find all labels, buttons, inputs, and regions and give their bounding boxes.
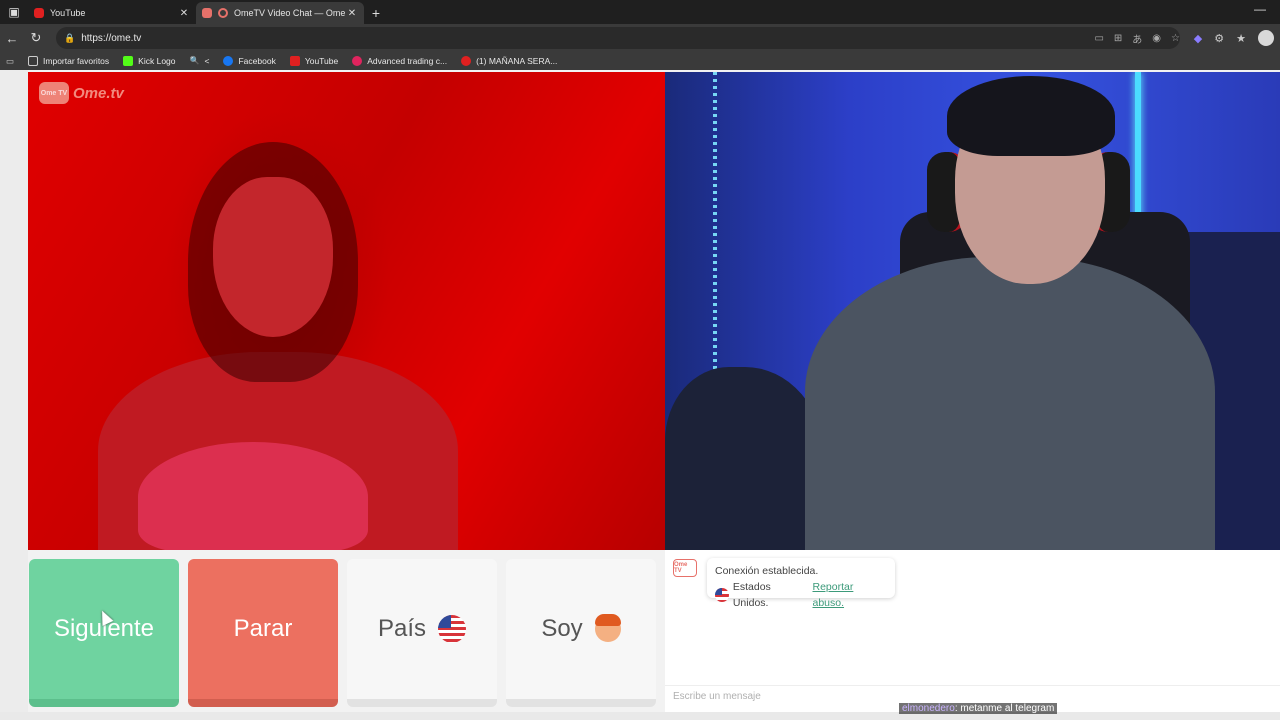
bookmark-item[interactable]: Importar favoritos [28, 56, 109, 66]
ometv-logo: Ome TV Ome.tv [39, 82, 124, 104]
search-icon: 🔍 [189, 56, 200, 65]
bookmark-item[interactable]: Kick Logo [123, 56, 176, 66]
youtube-icon [34, 8, 44, 18]
us-flag-icon [715, 588, 729, 602]
translate-icon[interactable]: あ [1132, 31, 1142, 46]
recording-icon [218, 8, 228, 18]
video-figure [213, 177, 333, 337]
youtube-icon [289, 56, 300, 66]
copilot-icon[interactable]: ◆ [1194, 32, 1202, 45]
bookmark-item[interactable]: Facebook [223, 56, 276, 66]
next-button[interactable]: Siguiente [29, 559, 179, 707]
bookmark-item[interactable]: YouTube [289, 56, 338, 66]
overlay-username: elmonedero [902, 703, 955, 714]
page-bottom [0, 712, 1280, 720]
trading-icon [352, 56, 363, 66]
browser-right-icons: ◆ ⚙ ★ [1194, 27, 1274, 49]
logo-text: Ome.tv [73, 84, 124, 102]
ometv-chat-icon: Ome TV [673, 559, 697, 577]
url-bar[interactable]: 🔒 https://ome.tv [56, 27, 1180, 49]
bookmark-item[interactable]: (1) MAÑANA SERA... [461, 56, 557, 66]
minimize-button[interactable]: — [1254, 2, 1266, 16]
gender-button[interactable]: Soy [506, 559, 656, 707]
stop-button[interactable]: Parar [188, 559, 338, 707]
overlay-message: : metanme al telegram [954, 703, 1055, 714]
extensions-icon[interactable]: ⚙ [1214, 32, 1224, 45]
favorite-star-icon[interactable]: ☆ [1171, 33, 1180, 44]
refresh-icon[interactable]: ↻ [24, 26, 48, 50]
us-flag-icon [438, 615, 467, 643]
url-text: https://ome.tv [81, 32, 142, 44]
system-message: Conexión establecida. Estados Unidos. Re… [707, 558, 895, 609]
avatar[interactable] [1258, 30, 1274, 46]
country-label: País [377, 615, 427, 642]
country-button[interactable]: País [347, 559, 497, 707]
country-row: Estados Unidos. Reportar abuso. [715, 579, 887, 611]
tab-bar: ▣ YouTube ✕ OmeTV Video Chat — Ome ✕ + — [0, 0, 1280, 24]
led-strip [713, 72, 717, 372]
tab-actions-icon[interactable]: ▣ [0, 0, 28, 24]
ometv-icon [202, 8, 212, 18]
page: Ome TV Ome.tv Siguiente Parar País Soy O… [0, 70, 1280, 720]
tab-close-icon[interactable]: ✕ [178, 8, 190, 19]
gender-label: Soy [541, 615, 583, 642]
page-margin [0, 70, 28, 720]
camera-icon[interactable]: ▭ [1094, 33, 1103, 44]
folder-icon [28, 56, 39, 66]
url-actions: ▭ ⊞ あ ◉ ☆ [1094, 27, 1180, 49]
favorites-icon[interactable]: ★ [1236, 32, 1246, 45]
tab-close-icon[interactable]: ✕ [346, 8, 358, 19]
connection-status: Conexión establecida. [715, 565, 819, 577]
lock-icon: 🔒 [64, 32, 76, 43]
bookmark-item[interactable]: Advanced trading c... [352, 56, 447, 66]
address-toolbar: ← ↻ 🔒 https://ome.tv ▭ ⊞ あ ◉ ☆ [0, 24, 1280, 52]
video-figure [138, 442, 368, 550]
apps-icon[interactable]: ⊞ [1114, 33, 1122, 44]
bookmark-toggle-icon[interactable]: ▭ [6, 56, 14, 67]
self-video [665, 72, 1280, 550]
kick-icon [123, 56, 134, 66]
tab-youtube[interactable]: YouTube ✕ [28, 2, 196, 24]
back-icon[interactable]: ← [0, 26, 24, 50]
facebook-icon [223, 56, 234, 66]
bookmarks-bar: ▭ Importar favoritos Kick Logo 🔍 < Facebo… [0, 52, 1280, 70]
video-figure [947, 76, 1115, 156]
report-abuse-link[interactable]: Reportar abuso. [813, 579, 888, 611]
new-tab-button[interactable]: + [364, 2, 388, 24]
tab-title: OmeTV Video Chat — Ome [234, 8, 346, 18]
video-figure [805, 257, 1215, 550]
country-text: Estados Unidos. [732, 581, 771, 609]
stranger-video: Ome TV Ome.tv [28, 72, 665, 550]
youtube-icon [461, 56, 472, 66]
boy-icon [594, 614, 621, 642]
tab-ometv[interactable]: OmeTV Video Chat — Ome ✕ [196, 2, 364, 24]
stop-label: Parar [233, 615, 293, 642]
bookmark-item[interactable]: 🔍 < [190, 56, 210, 66]
tv-icon: Ome TV [39, 82, 69, 104]
video-background [665, 367, 825, 550]
reader-icon[interactable]: ◉ [1152, 33, 1161, 44]
chat-panel: Ome TV Conexión establecida. Estados Uni… [665, 550, 1280, 720]
tab-title: YouTube [50, 8, 86, 18]
stream-chat-overlay: elmonedero: metanme al telegram [899, 703, 1058, 714]
